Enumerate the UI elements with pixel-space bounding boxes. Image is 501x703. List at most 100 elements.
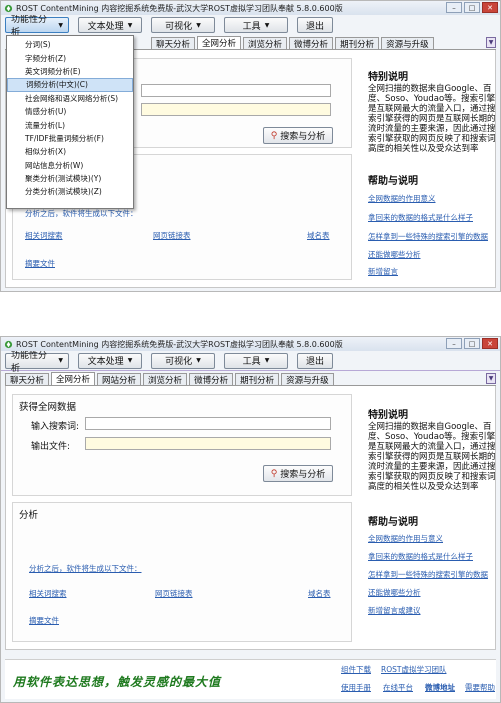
help-link-3[interactable]: 怎样拿到一些特殊的搜索引擎的数据 [368, 231, 488, 242]
tab-web[interactable]: 全网分析 [51, 372, 96, 385]
close-button[interactable]: ✕ [482, 2, 498, 13]
menu-visualization[interactable]: 可视化 ▼ [151, 352, 215, 369]
menu-item-char-frequency[interactable]: 字频分析(Z) [7, 51, 133, 64]
help-link-3[interactable]: 怎样拿到一些特殊的搜索引擎的数据 [368, 569, 488, 580]
help-link-4[interactable]: 还能做哪些分析 [368, 587, 421, 598]
tab-scroll-down-icon[interactable]: ▼ [486, 373, 496, 384]
analysis-title: 分析 [19, 510, 39, 521]
tab-website[interactable]: 网站分析 [97, 373, 142, 386]
window-title: ROST ContentMining 内容挖掘系统免费版-武汉大学ROST虚拟学… [16, 339, 343, 349]
tab-chat[interactable]: 聊天分析 [5, 373, 50, 386]
tab-resources[interactable]: 资源与升级 [381, 37, 434, 50]
exit-button[interactable]: 退出 [297, 17, 333, 33]
tab-content: 获得全网数据 输入搜索词: 输出文件: ⚲ 搜索与分析 分析 分析之后，软件将生成… [5, 386, 496, 650]
tab-resources[interactable]: 资源与升级 [281, 373, 334, 386]
menu-label: 工具 [242, 357, 261, 367]
output-file-input[interactable] [141, 103, 331, 116]
caret-down-icon: ▼ [58, 21, 63, 29]
title-bar: ROST ContentMining 内容挖掘系统免费版-武汉大学ROST虚拟学… [1, 337, 500, 351]
help-link-2[interactable]: 拿回来的数据的格式是什么样子 [368, 212, 473, 223]
menu-label: 可视化 [165, 21, 193, 32]
search-analyze-button[interactable]: ⚲ 搜索与分析 [263, 127, 333, 144]
tab-label: 全网分析 [202, 39, 237, 49]
search-analyze-button[interactable]: ⚲ 搜索与分析 [263, 465, 333, 482]
menu-item-traffic-analysis[interactable]: 流量分析(L) [7, 118, 133, 131]
menu-item-tfidf-analysis[interactable]: TF/IDF批量词频分析(F) [7, 132, 133, 145]
menu-item-clustering[interactable]: 聚类分析(测试模块)(Y) [7, 172, 133, 185]
close-button[interactable]: ✕ [482, 338, 498, 349]
help-link-1[interactable]: 全网数据的作用与意义 [368, 533, 443, 544]
tab-scroll-down-icon[interactable]: ▼ [486, 37, 496, 48]
minimize-button[interactable]: – [446, 2, 462, 13]
footer-link-download[interactable]: 组件下载 [341, 664, 371, 675]
exit-button[interactable]: 退出 [297, 352, 333, 369]
tab-web[interactable]: 全网分析 [197, 36, 242, 49]
footer-link-online[interactable]: 在线平台 [383, 682, 413, 693]
link-summary-file[interactable]: 摘要文件 [29, 615, 59, 626]
menu-tools[interactable]: 工具 ▼ [224, 17, 288, 33]
magnifier-icon: ⚲ [270, 468, 278, 479]
link-related-words[interactable]: 相关词搜索 [25, 230, 63, 241]
menu-item-english-word-frequency[interactable]: 英文词频分析(E) [7, 65, 133, 78]
tab-label: 浏览分析 [248, 39, 283, 50]
tab-browse[interactable]: 浏览分析 [143, 373, 188, 386]
menu-label: 可视化 [165, 357, 193, 367]
tab-journal[interactable]: 期刊分析 [335, 37, 380, 50]
menu-item-similarity-analysis[interactable]: 相似分析(X) [7, 145, 133, 158]
output-file-input[interactable] [85, 437, 331, 450]
app-logo-icon [4, 340, 13, 348]
link-domain-table[interactable]: 域名表 [307, 230, 330, 241]
help-link-2[interactable]: 拿回来的数据的格式是什么样子 [368, 551, 473, 562]
maximize-button[interactable]: □ [464, 2, 480, 13]
tab-label: 浏览分析 [148, 375, 183, 386]
functional-analysis-dropdown: 分词(S) 字频分析(Z) 英文词频分析(E) 词频分析(中文)(C) 社会网络… [6, 35, 134, 209]
exit-label: 退出 [305, 357, 324, 367]
menu-visualization[interactable]: 可视化 ▼ [151, 17, 215, 33]
menu-tools[interactable]: 工具 ▼ [224, 352, 288, 369]
window-controls: – □ ✕ [446, 338, 498, 349]
footer-slogan: 用软件表达思想，触发灵感的最大值 [13, 675, 222, 689]
menu-bar: 功能性分析 ▼ 文本处理 ▼ 可视化 ▼ 工具 ▼ 退出 [1, 15, 500, 38]
help-link-5[interactable]: 新增留言或建议 [368, 605, 421, 616]
tab-journal[interactable]: 期刊分析 [235, 373, 280, 386]
menu-bar: 功能性分析 ▼ 文本处理 ▼ 可视化 ▼ 工具 ▼ 退出 [1, 351, 500, 374]
maximize-button[interactable]: □ [464, 338, 480, 349]
help-link-1[interactable]: 全网数据的作用意义 [368, 193, 436, 204]
app-window-bottom: ROST ContentMining 内容挖掘系统免费版-武汉大学ROST虚拟学… [0, 336, 501, 703]
menu-text-processing[interactable]: 文本处理 ▼ [78, 17, 142, 33]
analysis-section: 分析 分析之后，软件将生成以下文件： 相关词搜索 网页链接表 域名表 摘要文件 [12, 502, 352, 642]
tab-browse[interactable]: 浏览分析 [243, 37, 288, 50]
link-webpage-links[interactable]: 网页链接表 [153, 230, 191, 241]
link-summary-file[interactable]: 摘要文件 [25, 258, 55, 269]
link-related-words[interactable]: 相关词搜索 [29, 588, 67, 599]
menu-item-chinese-word-frequency[interactable]: 词频分析(中文)(C) [7, 78, 133, 92]
menu-item-sentiment-analysis[interactable]: 情感分析(U) [7, 105, 133, 118]
tab-weibo[interactable]: 微博分析 [289, 37, 334, 50]
footer-link-team[interactable]: ROST虚拟学习团队 [381, 664, 446, 675]
link-webpage-links[interactable]: 网页链接表 [155, 588, 193, 599]
special-note-text: 全网扫描的数据来自Google、百度、Soso、Youdao等。搜索引擎是互联网… [368, 422, 496, 492]
minimize-button[interactable]: – [446, 338, 462, 349]
menu-item-website-info[interactable]: 网站信息分析(W) [7, 159, 133, 172]
tab-weibo[interactable]: 微博分析 [189, 373, 234, 386]
keyword-input[interactable] [141, 84, 331, 97]
menu-item-network-analysis[interactable]: 社会网络和语义网络分析(S) [7, 92, 133, 105]
help-link-4[interactable]: 还能做哪些分析 [368, 249, 421, 260]
help-link-5[interactable]: 新增留言 [368, 266, 398, 277]
special-note-text: 全网扫描的数据来自Google、百度、Soso、Youdao等。搜索引擎是互联网… [368, 84, 496, 154]
tab-label: 资源与升级 [286, 375, 329, 386]
footer-link-help[interactable]: 需要帮助 [465, 682, 495, 693]
menu-item-classification[interactable]: 分类分析(测试模块)(Z) [7, 185, 133, 198]
search-button-label: 搜索与分析 [280, 132, 326, 142]
tab-chat[interactable]: 聊天分析 [151, 37, 196, 50]
footer-link-manual[interactable]: 使用手册 [341, 682, 371, 693]
footer-link-weibo[interactable]: 微博地址 [425, 682, 455, 693]
menu-text-processing[interactable]: 文本处理 ▼ [78, 352, 142, 369]
link-domain-table[interactable]: 域名表 [308, 588, 331, 599]
menu-item-segmentation[interactable]: 分词(S) [7, 38, 133, 51]
menu-functional-analysis[interactable]: 功能性分析 ▼ [5, 15, 69, 38]
special-note-heading: 特别说明 [368, 410, 408, 421]
keyword-label: 输入搜索词: [31, 422, 80, 432]
menu-functional-analysis[interactable]: 功能性分析 ▼ [5, 351, 69, 374]
keyword-input[interactable] [85, 417, 331, 430]
